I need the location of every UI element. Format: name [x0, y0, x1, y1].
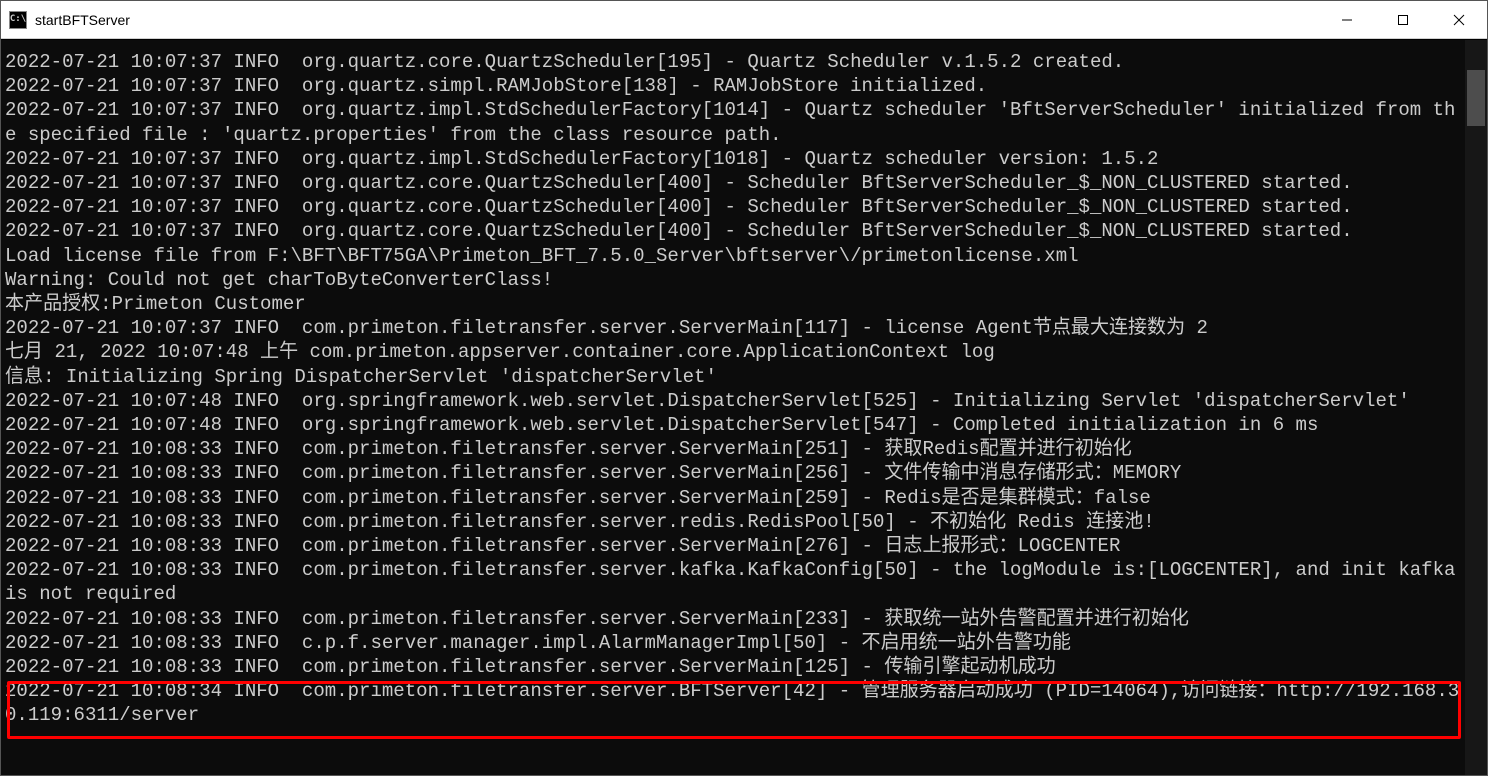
console-output[interactable]: 2022-07-21 10:07:37 INFO org.quartz.core… — [1, 40, 1465, 775]
app-window: C:\ startBFTServer 2022-07-21 10:07:37 I… — [0, 0, 1488, 776]
titlebar[interactable]: C:\ startBFTServer — [1, 1, 1487, 39]
close-button[interactable] — [1431, 1, 1487, 38]
console-icon: C:\ — [9, 11, 27, 29]
minimize-button[interactable] — [1319, 1, 1375, 38]
minimize-icon — [1341, 14, 1353, 26]
close-icon — [1453, 14, 1465, 26]
window-title: startBFTServer — [35, 12, 130, 28]
console-area: 2022-07-21 10:07:37 INFO org.quartz.core… — [1, 39, 1487, 775]
vertical-scrollbar[interactable] — [1465, 40, 1487, 775]
maximize-icon — [1397, 14, 1409, 26]
window-controls — [1319, 1, 1487, 38]
scrollbar-thumb[interactable] — [1467, 70, 1485, 126]
maximize-button[interactable] — [1375, 1, 1431, 38]
